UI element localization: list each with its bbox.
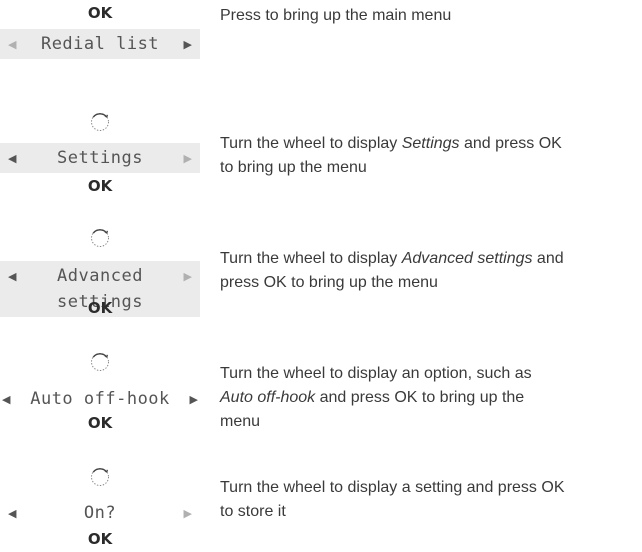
right-arrow-icon: ▶ [183, 38, 192, 51]
display-label-line1: Advanced [57, 266, 143, 286]
right-arrow-icon: ▶ [183, 152, 192, 165]
ok-button: OK [87, 177, 113, 195]
rotate-wheel-icon [91, 113, 109, 131]
step-description: Turn the wheel to display an option, suc… [220, 365, 532, 430]
step-description: Turn the wheel to display Settings and p… [220, 135, 562, 176]
rotate-wheel-icon [91, 468, 109, 486]
rotate-wheel-icon [91, 229, 109, 247]
right-arrow-icon: ▶ [189, 393, 198, 406]
display-redial-list: ◀ Redial list ▶ [0, 29, 200, 59]
ok-button: OK [87, 299, 113, 317]
rotate-wheel-icon [91, 353, 109, 371]
step-description: Turn the wheel to display a setting and … [220, 479, 565, 520]
display-auto-off-hook: ◀ Auto off-hook ▶ [0, 385, 200, 413]
ok-button: OK [87, 414, 113, 432]
right-arrow-icon: ▶ [183, 507, 192, 520]
step-description: Press to bring up the main menu [220, 7, 452, 24]
ok-button: OK [87, 4, 113, 22]
display-label: Auto off-hook [30, 389, 170, 409]
display-on: ◀ On? ▶ [0, 498, 200, 528]
right-arrow-icon: ▶ [183, 270, 192, 283]
display-label: Settings [57, 148, 143, 168]
display-label: On? [83, 503, 117, 523]
ok-button: OK [87, 530, 113, 548]
display-label: Redial list [40, 34, 160, 54]
display-settings: ◀ Settings ▶ [0, 143, 200, 173]
step-description: Turn the wheel to display Advanced setti… [220, 250, 564, 291]
